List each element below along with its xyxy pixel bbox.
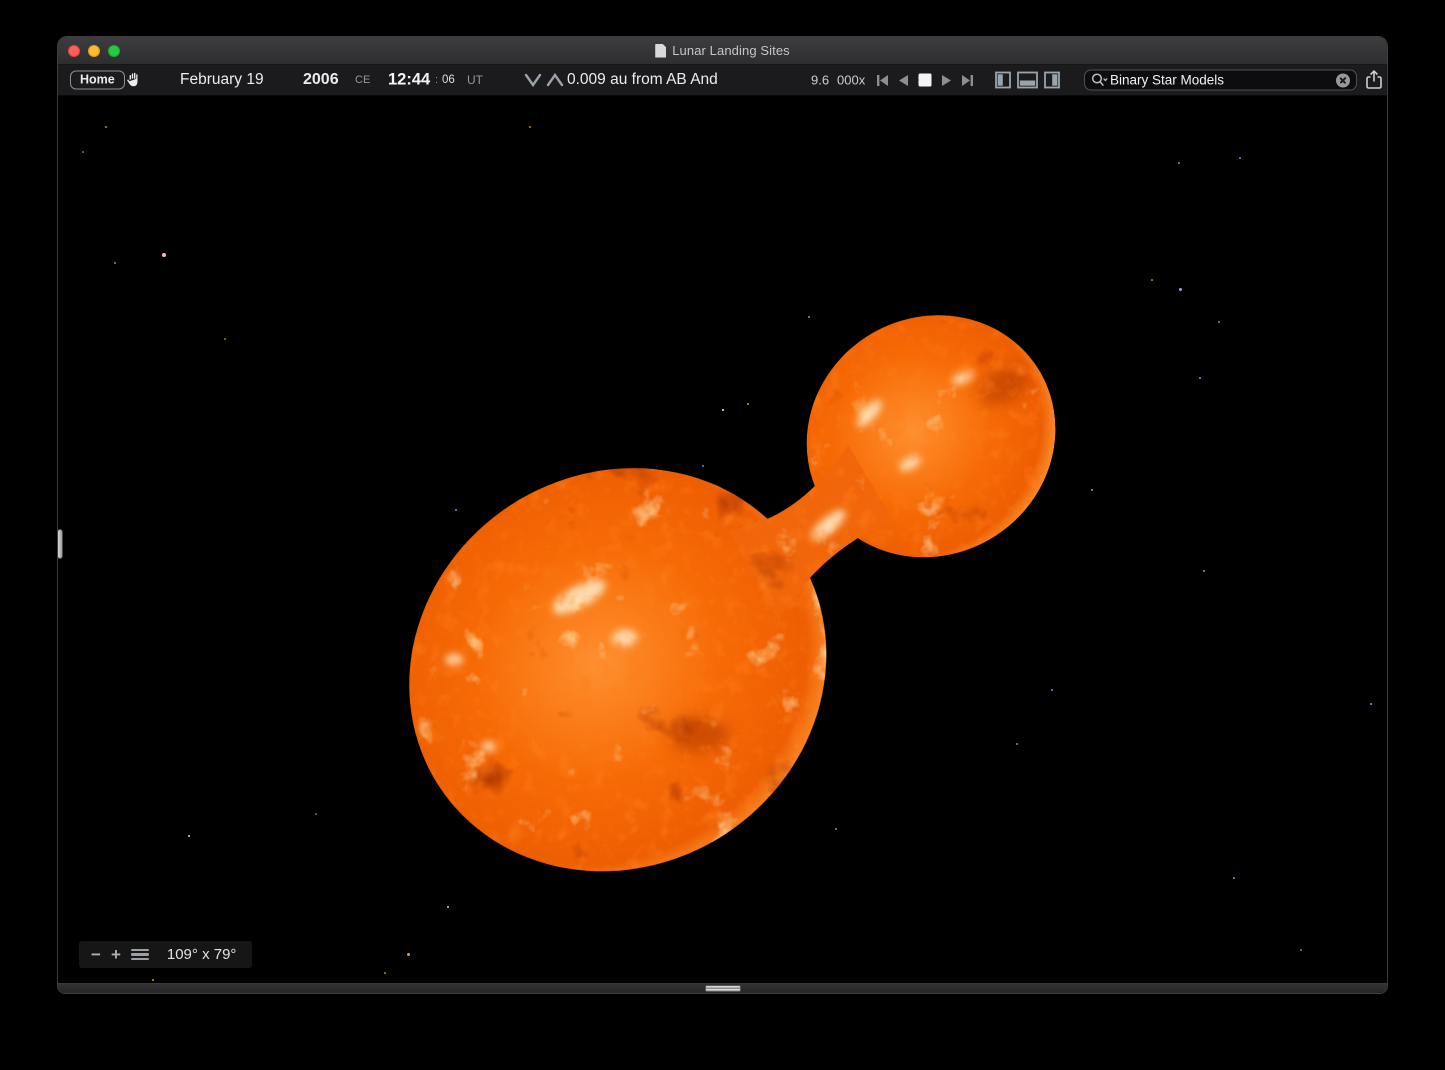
speed-unit[interactable]: 000x [837,73,865,88]
search-field[interactable] [1084,70,1357,91]
step-back-icon[interactable] [898,74,909,87]
playback-controls [876,73,974,87]
skip-to-start-icon[interactable] [876,74,889,87]
home-button[interactable]: Home [70,71,125,90]
search-input[interactable] [1108,72,1336,88]
bottom-edge-bar [58,983,1387,993]
document-icon [655,44,666,58]
minimize-window-button[interactable] [88,45,100,57]
date-field[interactable]: February 19 [180,71,264,89]
zoom-out-button[interactable]: − [91,946,101,963]
fov-readout: 109° x 79° [167,946,237,963]
viewing-location-field[interactable]: 0.009 au from AB And [567,71,718,89]
close-window-button[interactable] [68,45,80,57]
share-icon[interactable] [1365,70,1383,91]
skip-to-end-icon[interactable] [961,74,974,87]
search-menu-icon[interactable] [1055,74,1076,87]
toolbar: Home February 19 2006 CE 12:44 : 06 UT 0… [58,65,1387,96]
bottom-panel-drag-handle[interactable] [705,985,741,992]
seconds-field[interactable]: 06 [442,74,455,86]
left-panel-toggle-icon[interactable] [995,72,1011,89]
chevron-down-icon[interactable] [524,73,542,87]
speed-menu-icon[interactable] [783,74,804,87]
panel-toggles [995,72,1060,89]
contact-binary-star [58,96,1387,983]
window-title: Lunar Landing Sites [672,43,790,58]
zoom-in-button[interactable]: + [111,946,121,963]
clear-icon[interactable] [1336,73,1350,87]
timezone-label[interactable]: UT [467,73,483,87]
fov-control-bar: − + 109° x 79° [79,941,252,968]
time-menu-icon[interactable] [496,74,517,87]
pan-hand-icon[interactable] [124,71,143,90]
traffic-lights [68,45,120,57]
step-forward-icon[interactable] [941,74,952,87]
time-separator: : [435,74,438,86]
sky-viewport[interactable]: − + 109° x 79° [58,96,1387,983]
titlebar: Lunar Landing Sites [58,37,1387,65]
time-field[interactable]: 12:44 [388,71,430,90]
year-field[interactable]: 2006 [303,71,339,89]
zoom-window-button[interactable] [108,45,120,57]
stop-icon[interactable] [918,73,932,87]
speed-value[interactable]: 9.6 [811,73,829,88]
left-panel-drag-handle[interactable] [58,529,63,559]
fov-menu-icon[interactable] [131,949,149,960]
search-icon [1091,73,1108,88]
app-window: Lunar Landing Sites Home February 19 200… [57,36,1388,994]
chevron-up-icon[interactable] [546,73,564,87]
era-label[interactable]: CE [355,74,370,86]
date-menu-icon[interactable] [155,74,176,87]
bottom-panel-toggle-icon[interactable] [1017,72,1038,89]
